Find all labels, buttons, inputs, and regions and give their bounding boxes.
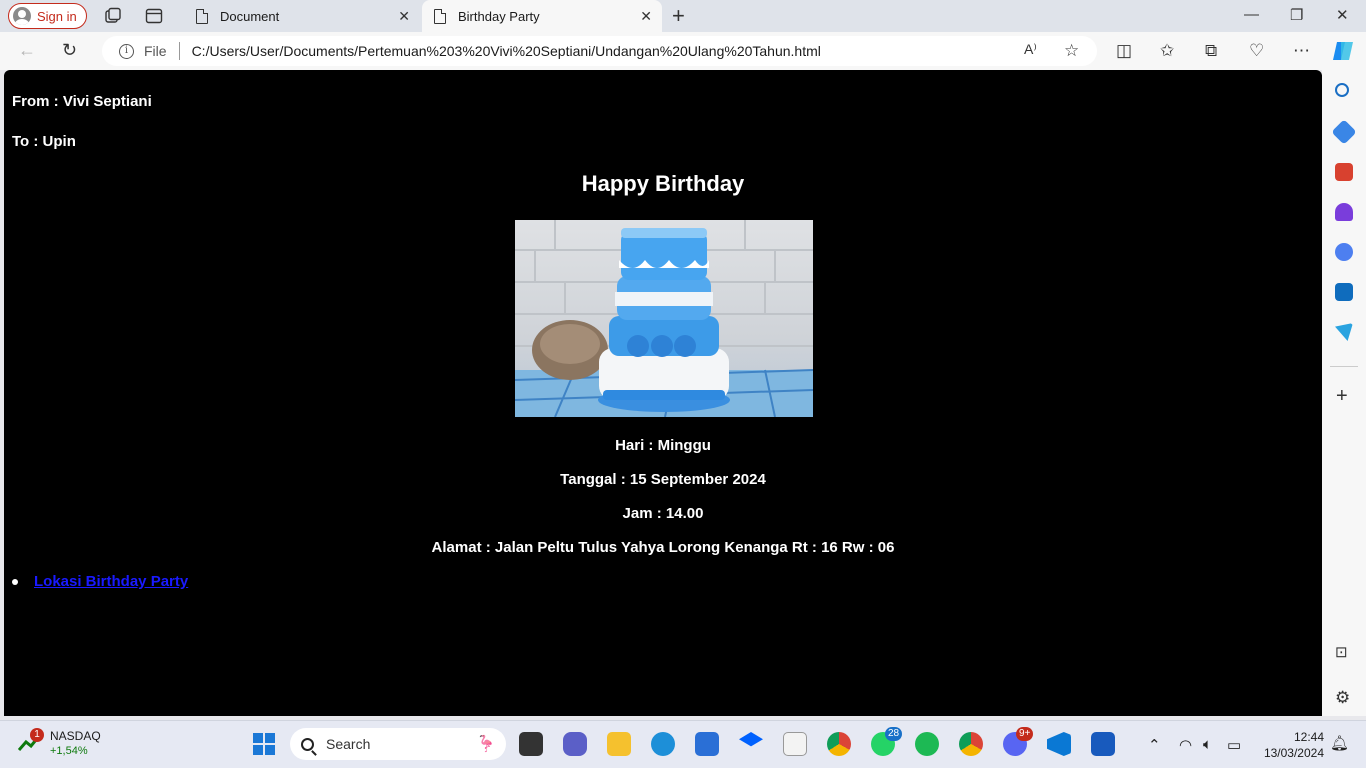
address-line: Alamat : Jalan Peltu Tulus Yahya Lorong …	[431, 539, 895, 556]
amazon-icon[interactable]	[783, 732, 807, 756]
clock-date: 13/03/2024	[1263, 746, 1324, 760]
read-aloud-icon[interactable]: A⁾	[1024, 41, 1037, 58]
tab-title: Document	[220, 8, 280, 24]
search-icon	[301, 737, 314, 751]
collections-icon[interactable]: ⧉	[1205, 41, 1217, 61]
info-icon[interactable]: i	[119, 43, 134, 59]
windows-start-icon[interactable]	[252, 732, 276, 756]
tab-birthday-party[interactable]: Birthday Party ✕	[422, 0, 662, 32]
page-icon	[196, 8, 208, 24]
outlook-icon[interactable]	[1335, 283, 1353, 301]
chrome-icon[interactable]	[827, 732, 851, 756]
tab-actions-icon[interactable]	[144, 6, 164, 26]
tab-title: Birthday Party	[458, 8, 540, 24]
url-text[interactable]: C:/Users/User/Documents/Pertemuan%203%20…	[192, 43, 821, 59]
taskbar-search[interactable]: Search 🦩	[290, 728, 506, 760]
birthday-cake-image	[515, 220, 813, 417]
back-icon[interactable]: ←	[18, 40, 36, 61]
split-screen-icon[interactable]: ◫	[1116, 41, 1132, 61]
address-bar[interactable]: i File C:/Users/User/Documents/Pertemuan…	[102, 36, 1097, 66]
spotify-icon[interactable]	[915, 732, 939, 756]
day-line: Hari : Minggu	[615, 437, 711, 454]
wifi-icon[interactable]: ◠	[1179, 736, 1192, 754]
screenshot-icon[interactable]: ⊡	[1335, 643, 1348, 661]
search-label: Search	[326, 736, 371, 752]
to-line: To : Upin	[12, 133, 76, 150]
sidebar-divider	[1330, 366, 1358, 367]
file-explorer-icon[interactable]	[607, 732, 631, 756]
close-tab-icon[interactable]: ✕	[398, 8, 410, 25]
store-icon[interactable]	[695, 732, 719, 756]
page-viewport: From : Vivi Septiani To : Upin Happy Bir…	[4, 70, 1322, 716]
show-hidden-icons-icon[interactable]: ⌃	[1148, 736, 1161, 754]
minimize-icon[interactable]: —	[1244, 6, 1259, 23]
notifications-bell-icon[interactable]: 🔔︎	[1330, 734, 1349, 752]
windows-taskbar	[0, 720, 1366, 768]
favorites-icon[interactable]: ✩	[1160, 41, 1174, 61]
sign-in-label: Sign in	[37, 8, 77, 24]
location-link[interactable]: Lokasi Birthday Party	[34, 573, 188, 590]
taskbar-clock[interactable]: 12:44 13/03/2024	[1258, 729, 1324, 761]
settings-gear-icon[interactable]: ⚙	[1335, 688, 1350, 708]
chrome-profile-icon[interactable]	[959, 732, 983, 756]
sign-in-button[interactable]: Sign in	[8, 3, 87, 29]
from-line: From : Vivi Septiani	[12, 93, 152, 110]
time-line: Jam : 14.00	[622, 505, 704, 522]
restore-icon[interactable]: ❐	[1290, 6, 1303, 24]
copilot-icon[interactable]	[1331, 40, 1355, 62]
stock-name: NASDAQ	[50, 729, 101, 743]
close-window-icon[interactable]: ✕	[1336, 6, 1349, 24]
close-tab-icon[interactable]: ✕	[640, 8, 652, 25]
flamingo-icon: 🦩	[476, 736, 496, 753]
notification-badge: 1	[30, 728, 44, 742]
edge-icon[interactable]	[651, 732, 675, 756]
games-icon[interactable]	[1335, 203, 1353, 221]
microsoft-365-icon[interactable]	[1335, 243, 1353, 261]
more-icon[interactable]: ⋯	[1293, 41, 1310, 61]
favorite-star-icon[interactable]: ☆	[1064, 41, 1079, 61]
task-view-icon[interactable]	[519, 732, 543, 756]
workspaces-icon[interactable]	[103, 6, 123, 26]
new-tab-icon[interactable]: +	[672, 3, 685, 29]
profile-icon	[13, 7, 31, 25]
add-sidebar-icon[interactable]: +	[1336, 385, 1348, 408]
list-item: Lokasi Birthday Party	[12, 573, 188, 590]
divider	[178, 42, 180, 60]
date-line: Tanggal : 15 September 2024	[560, 471, 766, 488]
battery-icon[interactable]: ▭	[1227, 736, 1241, 754]
search-icon[interactable]	[1335, 83, 1349, 97]
scheme-label: File	[144, 43, 167, 59]
page-heading: Happy Birthday	[581, 171, 745, 196]
tab-document[interactable]: Document ✕	[184, 0, 420, 32]
clock-time: 12:44	[1293, 730, 1324, 744]
whatsapp-badge: 28	[885, 727, 903, 741]
refresh-icon[interactable]: ↻	[62, 40, 77, 61]
page-icon	[434, 8, 446, 24]
word-icon[interactable]	[1091, 732, 1115, 756]
stock-change: +1,54%	[50, 745, 88, 757]
chat-icon[interactable]	[563, 732, 587, 756]
volume-icon[interactable]: 🔈︎	[1203, 736, 1212, 753]
discord-badge: 9+	[1016, 727, 1034, 741]
bullet-icon	[12, 578, 18, 585]
browser-essentials-icon[interactable]: ♡	[1249, 41, 1264, 61]
tools-briefcase-icon[interactable]	[1335, 163, 1353, 181]
